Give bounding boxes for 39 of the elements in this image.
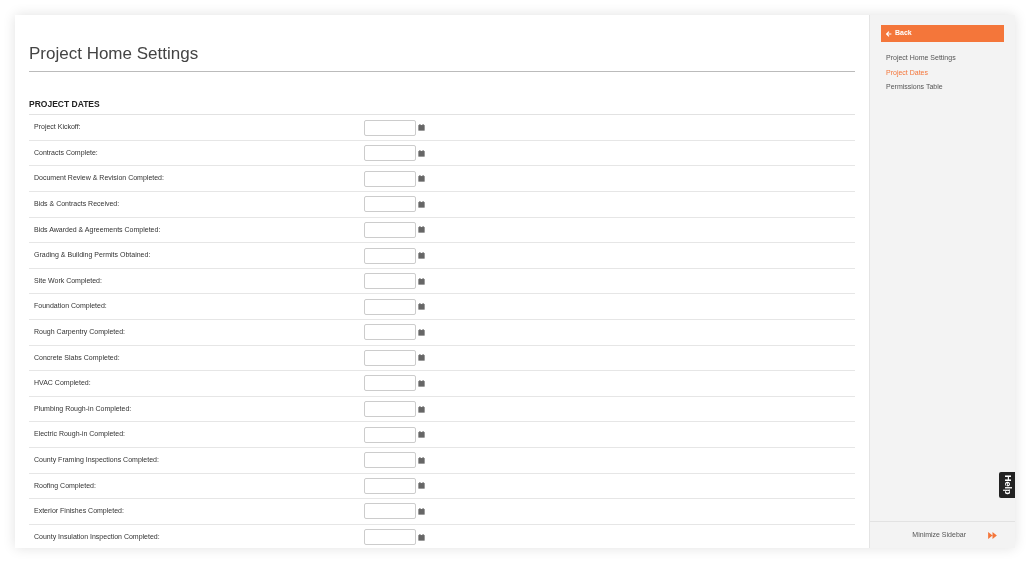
date-field[interactable] — [364, 221, 416, 238]
calendar-icon[interactable] — [418, 507, 425, 515]
calendar-icon[interactable] — [418, 277, 425, 285]
calendar-icon[interactable] — [418, 380, 425, 387]
calendar-icon[interactable] — [418, 200, 425, 208]
calendar-icon[interactable] — [418, 456, 425, 464]
calendar-icon[interactable] — [418, 354, 425, 362]
date-field[interactable] — [364, 247, 416, 264]
date-field[interactable] — [364, 477, 416, 494]
date-field[interactable] — [364, 503, 416, 520]
date-field[interactable] — [364, 349, 416, 366]
calendar-icon[interactable] — [418, 405, 425, 413]
calendar-icon[interactable] — [418, 482, 425, 490]
arrow-left-icon — [886, 30, 892, 37]
date-field[interactable] — [364, 529, 416, 546]
date-field[interactable] — [364, 145, 416, 162]
date-field[interactable] — [364, 452, 416, 469]
calendar-icon[interactable] — [418, 226, 425, 234]
date-field[interactable] — [364, 324, 416, 341]
date-field[interactable] — [364, 401, 416, 418]
date-field[interactable] — [364, 426, 416, 443]
section-heading: PROJECT DATES — [29, 97, 100, 111]
calendar-icon[interactable] — [418, 175, 425, 183]
date-field[interactable] — [364, 119, 416, 136]
calendar-icon[interactable] — [418, 533, 425, 541]
date-field[interactable] — [364, 273, 416, 290]
calendar-icon[interactable] — [418, 328, 425, 336]
date-field[interactable] — [364, 170, 416, 187]
date-field[interactable] — [364, 196, 416, 213]
calendar-icon[interactable] — [418, 252, 425, 259]
calendar-icon[interactable] — [418, 303, 425, 311]
double-chevron-icon[interactable] — [988, 531, 997, 539]
calendar-icon[interactable] — [418, 149, 425, 157]
calendar-icon[interactable] — [418, 431, 425, 439]
date-field[interactable] — [364, 298, 416, 315]
page-title: Project Home Settings — [29, 43, 200, 65]
calendar-icon[interactable] — [418, 124, 425, 132]
date-field[interactable] — [364, 375, 416, 392]
help-tab[interactable]: Help — [999, 472, 1015, 498]
